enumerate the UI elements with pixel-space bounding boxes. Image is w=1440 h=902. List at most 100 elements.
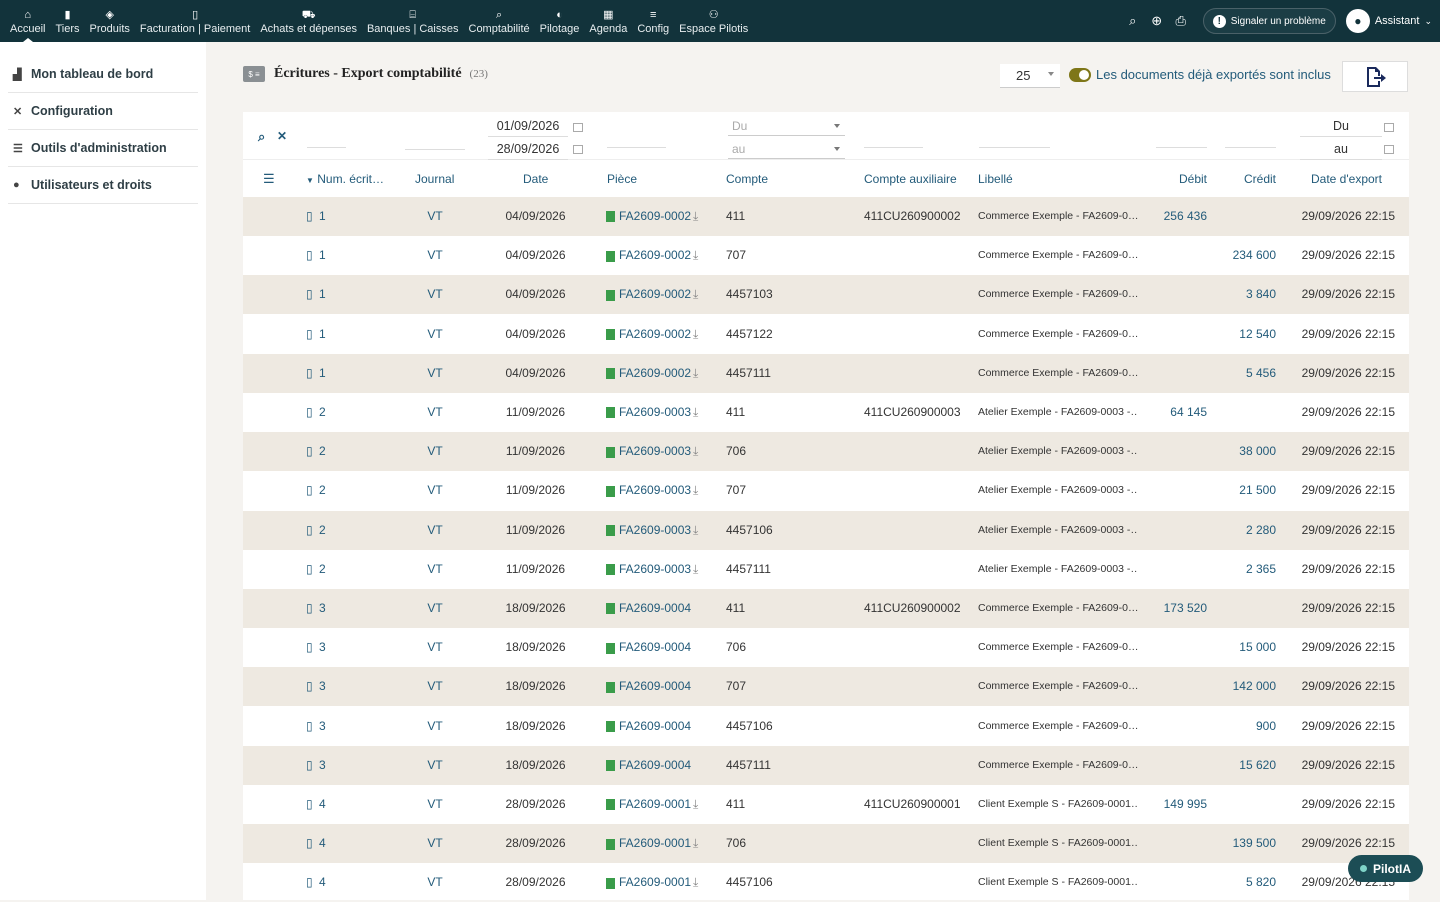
table-row[interactable]: ▯ 1 VT 04/09/2026 FA2609-0002 ⤓ 411 411CU260900… bbox=[243, 197, 1409, 236]
entry-number[interactable]: 4 bbox=[319, 824, 339, 863]
journal[interactable]: VT bbox=[403, 707, 467, 746]
filter-compte-to[interactable]: au bbox=[728, 139, 845, 159]
nav-item-config[interactable]: ≡ Config bbox=[632, 0, 674, 42]
journal[interactable]: VT bbox=[403, 471, 467, 510]
table-row[interactable]: ▯ 3 VT 18/09/2026 FA2609-0004 411 411CU2609000… bbox=[243, 589, 1409, 628]
calendar-icon[interactable] bbox=[1384, 123, 1394, 132]
entry-number[interactable]: 2 bbox=[319, 393, 339, 432]
table-row[interactable]: ▯ 1 VT 04/09/2026 FA2609-0002 ⤓ 4457103 Commerc… bbox=[243, 275, 1409, 315]
entry-number[interactable]: 1 bbox=[319, 236, 339, 275]
entry-number[interactable]: 2 bbox=[319, 432, 339, 471]
clear-filter-icon[interactable]: ✕ bbox=[277, 129, 287, 143]
entry-number[interactable]: 3 bbox=[319, 589, 339, 628]
journal[interactable]: VT bbox=[403, 746, 467, 785]
filter-compte-from[interactable]: Du bbox=[728, 116, 845, 136]
user-menu[interactable]: ● Assistant ⌄ bbox=[1345, 9, 1432, 33]
report-problem-button[interactable]: ! Signaler un problème bbox=[1202, 8, 1336, 34]
journal[interactable]: VT bbox=[403, 354, 467, 393]
header-piece[interactable]: Pièce bbox=[607, 172, 637, 186]
download-icon[interactable]: ⤓ bbox=[693, 824, 707, 863]
piece-link[interactable]: FA2609-0004 bbox=[619, 667, 695, 706]
pilotia-button[interactable]: PilotIA bbox=[1348, 855, 1423, 882]
table-row[interactable]: ▯ 1 VT 04/09/2026 FA2609-0002 ⤓ 707 Commerce Ex… bbox=[243, 236, 1409, 275]
header-journal[interactable]: Journal bbox=[415, 172, 454, 186]
filter-debit[interactable] bbox=[1156, 127, 1207, 148]
entry-number[interactable]: 2 bbox=[319, 550, 339, 589]
journal[interactable]: VT bbox=[403, 315, 467, 354]
journal[interactable]: VT bbox=[403, 667, 467, 706]
nav-item-espace-pilotis[interactable]: ⚇ Espace Pilotis bbox=[674, 0, 753, 42]
header-aux[interactable]: Compte auxiliaire bbox=[864, 172, 957, 186]
table-row[interactable]: ▯ 1 VT 04/09/2026 FA2609-0002 ⤓ 4457122 Commerc… bbox=[243, 315, 1409, 354]
filter-compte-aux[interactable] bbox=[864, 127, 923, 148]
table-row[interactable]: ▯ 2 VT 11/09/2026 FA2609-0003 ⤓ 707 Atelier Exe… bbox=[243, 471, 1409, 510]
table-row[interactable]: ▯ 2 VT 11/09/2026 FA2609-0003 ⤓ 4457111 Atelier… bbox=[243, 550, 1409, 589]
nav-item-banques-caisses[interactable]: ⌸ Banques | Caisses bbox=[362, 0, 464, 42]
journal[interactable]: VT bbox=[403, 863, 467, 902]
journal[interactable]: VT bbox=[403, 236, 467, 275]
include-exported-label[interactable]: Les documents déjà exportés sont inclus bbox=[1096, 67, 1331, 82]
piece-link[interactable]: FA2609-0002 bbox=[619, 236, 695, 275]
table-row[interactable]: ▯ 2 VT 11/09/2026 FA2609-0003 ⤓ 706 Atelier Exe… bbox=[243, 432, 1409, 472]
header-libelle[interactable]: Libellé bbox=[978, 172, 1013, 186]
header-credit[interactable]: Crédit bbox=[1244, 172, 1276, 186]
piece-link[interactable]: FA2609-0004 bbox=[619, 628, 695, 667]
nav-item-achats-et-d-penses[interactable]: ⛟ Achats et dépenses bbox=[255, 0, 362, 42]
download-icon[interactable]: ⤓ bbox=[693, 511, 707, 550]
piece-link[interactable]: FA2609-0001 bbox=[619, 824, 695, 863]
header-num[interactable]: ▼ Num. écrit… bbox=[306, 172, 384, 186]
filter-export-to[interactable] bbox=[1300, 139, 1382, 160]
download-icon[interactable]: ⤓ bbox=[693, 550, 707, 589]
download-icon[interactable]: ⤓ bbox=[693, 236, 707, 275]
journal[interactable]: VT bbox=[403, 550, 467, 589]
piece-link[interactable]: FA2609-0003 bbox=[619, 511, 695, 550]
nav-item-accueil[interactable]: ⌂ Accueil bbox=[5, 0, 50, 42]
entry-number[interactable]: 4 bbox=[319, 785, 339, 824]
table-row[interactable]: ▯ 2 VT 11/09/2026 FA2609-0003 ⤓ 411 411CU260900… bbox=[243, 393, 1409, 432]
download-icon[interactable]: ⤓ bbox=[693, 275, 707, 314]
download-icon[interactable]: ⤓ bbox=[693, 354, 707, 393]
filter-date-to[interactable] bbox=[488, 139, 568, 160]
journal[interactable]: VT bbox=[403, 432, 467, 471]
header-date[interactable]: Date bbox=[523, 172, 548, 186]
piece-link[interactable]: FA2609-0002 bbox=[619, 197, 695, 236]
include-exported-toggle[interactable] bbox=[1069, 67, 1091, 82]
download-icon[interactable]: ⤓ bbox=[693, 315, 707, 354]
entry-number[interactable]: 2 bbox=[319, 471, 339, 510]
piece-link[interactable]: FA2609-0004 bbox=[619, 707, 695, 746]
piece-link[interactable]: FA2609-0003 bbox=[619, 432, 695, 471]
piece-link[interactable]: FA2609-0001 bbox=[619, 785, 695, 824]
filter-credit[interactable] bbox=[1225, 127, 1276, 148]
download-icon[interactable]: ⤓ bbox=[693, 471, 707, 510]
download-icon[interactable]: ⤓ bbox=[693, 432, 707, 471]
piece-link[interactable]: FA2609-0003 bbox=[619, 550, 695, 589]
entry-number[interactable]: 1 bbox=[319, 197, 339, 236]
calendar-icon[interactable] bbox=[573, 145, 583, 154]
piece-link[interactable]: FA2609-0003 bbox=[619, 471, 695, 510]
nav-item-tiers[interactable]: ▮ Tiers bbox=[50, 0, 84, 42]
piece-link[interactable]: FA2609-0004 bbox=[619, 746, 695, 785]
table-row[interactable]: ▯ 3 VT 18/09/2026 FA2609-0004 4457111 Commerce… bbox=[243, 745, 1409, 785]
sidebar-item-configuration[interactable]: ✕ Configuration bbox=[8, 93, 198, 130]
piece-link[interactable]: FA2609-0002 bbox=[619, 315, 695, 354]
nav-item-pilotage[interactable]: ◐ Pilotage bbox=[535, 0, 585, 42]
sidebar-item-outils-d-administration[interactable]: ☰ Outils d'administration bbox=[8, 130, 198, 167]
table-row[interactable]: ▯ 4 VT 28/09/2026 FA2609-0001 ⤓ 706 Client Exem… bbox=[243, 824, 1409, 864]
journal[interactable]: VT bbox=[403, 824, 467, 863]
column-selector-icon[interactable]: ☰ bbox=[263, 171, 275, 187]
piece-link[interactable]: FA2609-0003 bbox=[619, 393, 695, 432]
header-export[interactable]: Date d'export bbox=[1311, 172, 1382, 186]
entry-number[interactable]: 3 bbox=[319, 746, 339, 785]
entry-number[interactable]: 1 bbox=[319, 275, 339, 314]
filter-date-from[interactable] bbox=[488, 116, 568, 137]
download-icon[interactable]: ⤓ bbox=[693, 393, 707, 432]
print-icon[interactable]: ⎙ bbox=[1169, 13, 1193, 29]
entry-number[interactable]: 1 bbox=[319, 354, 339, 393]
entry-number[interactable]: 4 bbox=[319, 863, 339, 902]
download-icon[interactable]: ⤓ bbox=[693, 197, 707, 236]
table-row[interactable]: ▯ 4 VT 28/09/2026 FA2609-0001 ⤓ 411 411CU260900… bbox=[243, 785, 1409, 824]
header-debit[interactable]: Débit bbox=[1179, 172, 1207, 186]
table-row[interactable]: ▯ 1 VT 04/09/2026 FA2609-0002 ⤓ 4457111 Commerc… bbox=[243, 353, 1409, 393]
header-compte[interactable]: Compte bbox=[726, 172, 768, 186]
piece-link[interactable]: FA2609-0002 bbox=[619, 354, 695, 393]
